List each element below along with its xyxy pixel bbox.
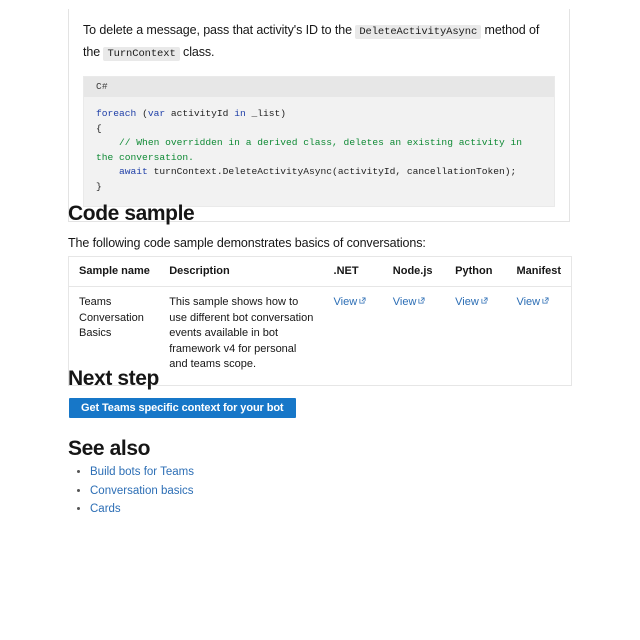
code-line-close-brace: } — [96, 180, 102, 192]
page-title-see-also: See also — [68, 437, 151, 460]
code-block: C# foreach (var activityId in _list) { /… — [83, 76, 555, 207]
table-header-nodejs: Node.js — [382, 256, 446, 287]
external-link-icon — [481, 297, 488, 304]
cell-description: This sample shows how to use different b… — [169, 296, 314, 370]
page-root: To delete a message, pass that activity'… — [0, 0, 640, 640]
code-comment-line: // When overridden in a derived class, d… — [96, 137, 528, 163]
see-also-link-cards[interactable]: Cards — [90, 503, 121, 515]
table-header-dotnet: .NET — [323, 256, 383, 287]
code-token-in: in — [234, 108, 246, 119]
code-sample-lede: The following code sample demonstrates b… — [68, 236, 426, 250]
see-also-list: Build bots for Teams Conversation basics… — [68, 465, 194, 521]
view-link-nodejs-label: View — [392, 296, 417, 308]
inline-code-turn-context: TurnContext — [103, 47, 180, 61]
code-block-body[interactable]: foreach (var activityId in _list) { // W… — [84, 97, 554, 206]
inline-code-delete-activity-async: DeleteActivityAsync — [355, 25, 482, 39]
external-link-icon — [542, 297, 549, 304]
code-token-var: var — [147, 108, 166, 119]
table-header-manifest: Manifest — [506, 256, 572, 287]
code-token-await: await — [96, 166, 148, 177]
cell-python: View — [445, 287, 506, 386]
intro-paragraph: To delete a message, pass that activity'… — [83, 20, 555, 64]
view-link-manifest[interactable]: View — [516, 296, 549, 308]
table-header-row: Sample name Description .NET Node.js Pyt… — [68, 256, 572, 287]
table-header-sample-name: Sample name — [68, 256, 160, 287]
external-link-icon — [359, 297, 366, 304]
see-also-link-build-bots[interactable]: Build bots for Teams — [90, 466, 194, 478]
next-step-button[interactable]: Get Teams specific context for your bot — [69, 398, 296, 418]
page-title-next-step: Next step — [68, 367, 159, 390]
code-token-l1a: ( — [136, 108, 148, 119]
table-header-python: Python — [445, 256, 507, 287]
view-link-manifest-label: View — [516, 296, 541, 308]
list-item: Conversation basics — [90, 484, 194, 499]
cell-nodejs: View — [383, 287, 445, 386]
list-item: Build bots for Teams — [90, 465, 194, 480]
intro-text-part1: To delete a message, pass that activity'… — [83, 23, 356, 37]
code-block-language-label: C# — [84, 77, 554, 97]
view-link-nodejs[interactable]: View — [393, 296, 426, 308]
view-link-dotnet-label: View — [333, 296, 358, 308]
code-token-l1c: _list) — [245, 108, 287, 119]
intro-text-part3: class. — [179, 45, 215, 59]
page-title-code-sample: Code sample — [68, 202, 195, 225]
table-header-description: Description — [159, 256, 324, 287]
code-line-delete-call: turnContext.DeleteActivityAsync(activity… — [147, 166, 517, 177]
content-card: To delete a message, pass that activity'… — [68, 9, 570, 222]
cell-manifest: View — [506, 287, 571, 386]
external-link-icon — [418, 297, 425, 304]
view-link-python-label: View — [455, 296, 479, 308]
view-link-dotnet[interactable]: View — [334, 296, 367, 308]
table-header: Sample name Description .NET Node.js Pyt… — [68, 256, 572, 287]
code-token-l1b: activityId — [165, 108, 235, 119]
code-token-foreach: foreach — [96, 108, 137, 119]
cell-dotnet: View — [324, 287, 383, 386]
view-link-python[interactable]: View — [455, 296, 488, 308]
code-line-open-brace: { — [96, 122, 102, 134]
see-also-link-conversation-basics[interactable]: Conversation basics — [90, 485, 194, 497]
list-item: Cards — [90, 502, 194, 517]
